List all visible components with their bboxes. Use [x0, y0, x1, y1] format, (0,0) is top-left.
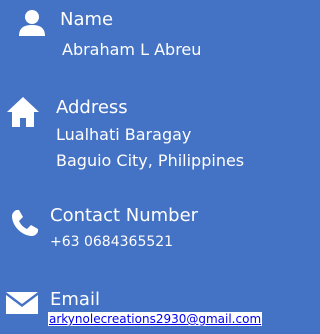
contact-value: +63 0684365521: [50, 234, 174, 250]
user-icon: [19, 10, 45, 36]
home-icon: [7, 97, 39, 127]
address-line-2: Baguio City, Philippines: [56, 151, 245, 170]
address-line-1: Lualhati Baragay: [56, 125, 192, 144]
address-section: Address Lualhati Baragay Baguio City, Ph…: [0, 88, 261, 188]
email-link[interactable]: arkynolecreations2930@gmail.com: [48, 312, 263, 326]
phone-icon: [12, 210, 38, 236]
email-section: Email arkynolecreations2930@gmail.com: [0, 280, 263, 334]
contact-section: Contact Number +63 0684365521: [0, 196, 261, 272]
address-title: Address: [56, 97, 128, 118]
email-title: Email: [50, 289, 100, 310]
name-title: Name: [60, 9, 114, 30]
contact-title: Contact Number: [50, 205, 199, 226]
envelope-icon: [6, 292, 38, 314]
name-section: Name Abraham L Abreu: [0, 0, 261, 80]
name-value: Abraham L Abreu: [62, 40, 202, 59]
